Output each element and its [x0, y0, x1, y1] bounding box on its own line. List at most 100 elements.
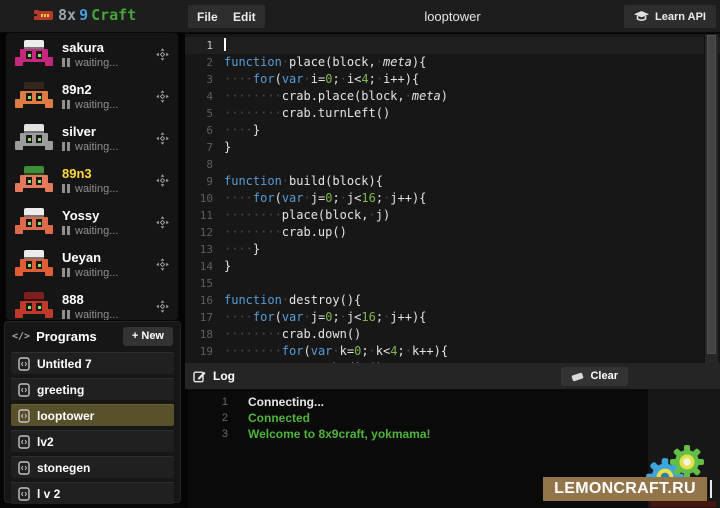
player-info: 89n2 waiting...	[62, 82, 156, 111]
code-line: 5········crab.turnLeft()	[185, 105, 720, 122]
pause-icon	[62, 184, 70, 193]
player-row[interactable]: Yossywaiting...	[6, 201, 178, 243]
player-status: waiting...	[62, 141, 156, 153]
line-number: 5	[185, 105, 213, 122]
robot-icon	[15, 165, 53, 195]
line-number: 10	[185, 190, 213, 207]
program-label: looptower	[37, 409, 94, 423]
status-text: waiting...	[75, 141, 118, 153]
player-info: Ueyanwaiting...	[62, 250, 156, 279]
app: 8x9Craft File Edit looptower Learn API s…	[0, 0, 720, 508]
eraser-icon	[571, 371, 584, 382]
pause-icon	[62, 268, 70, 277]
logo-text-8x: 8x	[58, 7, 76, 24]
code-line: 17····for(var·j=0;·j<16;·j++){	[185, 309, 720, 326]
editor-scrollbar[interactable]	[704, 34, 718, 363]
player-status: waiting...	[62, 225, 156, 237]
player-row[interactable]: 89n2 waiting...	[6, 75, 178, 117]
logo: 8x9Craft	[33, 7, 136, 24]
pause-icon	[62, 226, 70, 235]
status-text: waiting...	[75, 309, 118, 321]
code-line: 10····for(var·j=0;·j<16;·j++){	[185, 190, 720, 207]
player-info: 888waiting...	[62, 292, 156, 321]
player-name: 89n2	[62, 82, 156, 97]
code-line: 9function·build(block){	[185, 173, 720, 190]
status-text: waiting...	[75, 183, 118, 195]
log-line-number: 3	[188, 426, 228, 442]
line-number: 11	[185, 207, 213, 224]
program-item[interactable]: greeting	[11, 378, 174, 400]
code-line: 13····}	[185, 241, 720, 258]
program-item[interactable]: looptower	[11, 404, 174, 426]
log-line: 2Connected	[188, 410, 648, 426]
player-status: waiting...	[62, 183, 156, 195]
move-icon[interactable]	[156, 90, 169, 103]
log-message: Connected	[248, 410, 310, 426]
code-editor[interactable]: 12function·place(block,·meta){3····for(v…	[185, 34, 720, 363]
move-icon[interactable]	[156, 300, 169, 313]
program-item[interactable]: Untitled 7	[11, 352, 174, 374]
status-text: waiting...	[75, 57, 118, 69]
code-line: 4········crab.place(block,·meta)	[185, 88, 720, 105]
scrollbar-thumb[interactable]	[707, 35, 716, 354]
player-info: 89n3 waiting...	[62, 166, 156, 195]
player-row[interactable]: silver waiting...	[6, 117, 178, 159]
player-name: silver	[62, 124, 156, 139]
line-number: 3	[185, 71, 213, 88]
player-info: Yossywaiting...	[62, 208, 156, 237]
program-label: stonegen	[37, 461, 90, 475]
player-status: waiting...	[62, 99, 156, 111]
log-header: Log Clear	[185, 363, 720, 389]
pause-icon	[62, 142, 70, 151]
move-icon[interactable]	[156, 132, 169, 145]
robot-icon	[15, 249, 53, 279]
logo-text-craft: Craft	[91, 7, 136, 24]
player-name: sakura	[62, 40, 156, 55]
code-line: 14}	[185, 258, 720, 275]
move-icon[interactable]	[156, 174, 169, 187]
players-panel: sakura waiting... 89n2 waiting... silver wait…	[6, 33, 178, 320]
move-icon[interactable]	[156, 48, 169, 61]
log-message: Welcome to 8x9craft, yokmama!	[248, 426, 431, 442]
status-text: waiting...	[75, 99, 118, 111]
player-row[interactable]: 89n3 waiting...	[6, 159, 178, 201]
learn-api-button[interactable]: Learn API	[624, 5, 716, 28]
program-item[interactable]: l v 2	[11, 482, 174, 504]
clear-log-button[interactable]: Clear	[561, 367, 628, 386]
line-number: 15	[185, 275, 213, 292]
code-icon: </>	[12, 331, 30, 342]
log-message: Connecting...	[248, 394, 324, 410]
pause-icon	[62, 58, 70, 67]
file-icon	[18, 357, 30, 371]
player-name: 89n3	[62, 166, 156, 181]
program-label: greeting	[37, 383, 84, 397]
program-item[interactable]: lv2	[11, 430, 174, 452]
line-number: 9	[185, 173, 213, 190]
robot-icon	[15, 39, 53, 69]
player-row[interactable]: Ueyanwaiting...	[6, 243, 178, 285]
robot-icon	[15, 207, 53, 237]
code-line: 18········crab.down()	[185, 326, 720, 343]
player-row[interactable]: sakura waiting...	[6, 33, 178, 75]
player-status: waiting...	[62, 267, 156, 279]
move-icon[interactable]	[156, 216, 169, 229]
programs-title: Programs	[36, 329, 117, 344]
log-edit-icon	[193, 370, 206, 383]
program-label: Untitled 7	[37, 357, 92, 371]
program-label: l v 2	[37, 487, 60, 501]
status-text: waiting...	[75, 267, 118, 279]
player-row[interactable]: 888waiting...	[6, 285, 178, 320]
code-line: 1	[185, 37, 720, 54]
line-number: 2	[185, 54, 213, 71]
clear-label: Clear	[590, 370, 618, 382]
file-icon	[18, 487, 30, 501]
editor-cursor	[224, 38, 226, 51]
code-line: 3····for(var·i=0;·i<4;·i++){	[185, 71, 720, 88]
move-icon[interactable]	[156, 258, 169, 271]
graduation-cap-icon	[634, 11, 649, 22]
new-program-button[interactable]: + New	[123, 327, 173, 346]
line-number: 6	[185, 122, 213, 139]
code-line: 7}	[185, 139, 720, 156]
code-line: 19········for(var·k=0;·k<4;·k++){	[185, 343, 720, 360]
program-item[interactable]: stonegen	[11, 456, 174, 478]
